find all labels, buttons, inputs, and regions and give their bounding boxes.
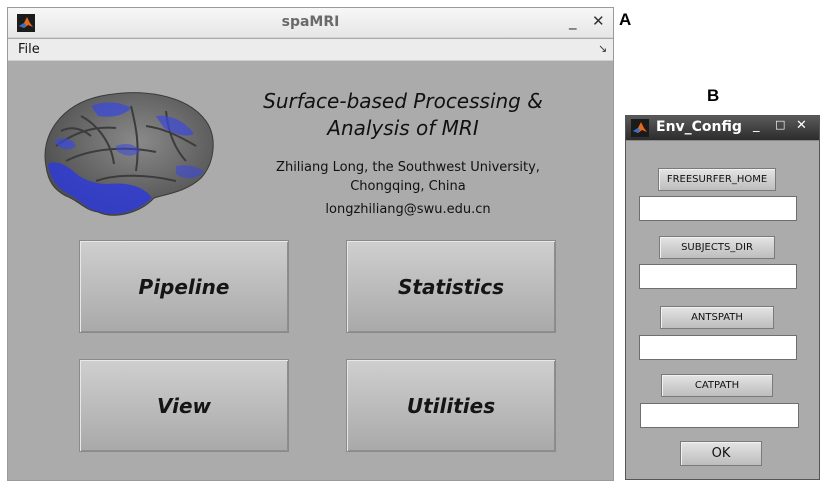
env-title-bar[interactable]: Env_Config _ □ ✕	[626, 116, 819, 140]
subjects-dir-button[interactable]: SUBJECTS_DIR	[659, 236, 775, 259]
utilities-button[interactable]: Utilities	[346, 359, 556, 452]
maximize-icon[interactable]: □	[775, 118, 785, 131]
panel-label-a: A	[619, 10, 632, 29]
main-content-area: Surface-based Processing & Analysis of M…	[8, 62, 613, 480]
subjects-dir-field[interactable]	[639, 264, 797, 289]
brain-surface-image	[44, 92, 214, 216]
antspath-button[interactable]: ANTSPATH	[660, 306, 774, 329]
freesurfer-home-button[interactable]: FREESURFER_HOME	[658, 168, 776, 191]
env-config-body: FREESURFER_HOME SUBJECTS_DIR ANTSPATH CA…	[626, 140, 819, 479]
main-title-bar[interactable]: spaMRI _ ✕	[8, 8, 613, 38]
close-icon[interactable]: ✕	[592, 12, 605, 30]
matlab-logo-icon	[631, 119, 649, 137]
ok-button[interactable]: OK	[680, 441, 762, 466]
menu-bar: File ↘	[8, 39, 613, 61]
pipeline-button[interactable]: Pipeline	[79, 240, 289, 333]
env-config-window: Env_Config _ □ ✕ FREESURFER_HOME SUBJECT…	[625, 115, 820, 480]
app-title-line-1: Surface-based Processing &	[263, 89, 543, 113]
author-email: longzhiliang@swu.edu.cn	[325, 202, 491, 217]
minimize-icon[interactable]: _	[753, 118, 760, 133]
spamri-main-window: spaMRI _ ✕ File ↘ Surface-based Processi…	[7, 7, 614, 481]
app-title-line-2: Analysis of MRI	[327, 116, 479, 140]
statistics-button[interactable]: Statistics	[346, 240, 556, 333]
catpath-button[interactable]: CATPATH	[661, 374, 773, 397]
panel-label-b: B	[707, 86, 720, 105]
close-icon[interactable]: ✕	[796, 118, 807, 133]
freesurfer-home-field[interactable]	[639, 196, 797, 221]
author-line-1: Zhiliang Long, the Southwest University,	[276, 160, 540, 175]
dock-arrow-icon[interactable]: ↘	[598, 42, 607, 55]
main-window-title: spaMRI	[281, 14, 340, 30]
minimize-icon[interactable]: _	[569, 12, 577, 30]
view-button[interactable]: View	[79, 359, 289, 452]
author-info: Zhiliang Long, the Southwest University,…	[248, 158, 568, 196]
app-title: Surface-based Processing & Analysis of M…	[238, 88, 568, 142]
catpath-field[interactable]	[640, 403, 799, 428]
menu-file[interactable]: File	[18, 42, 40, 57]
author-line-2: Chongqing, China	[350, 179, 466, 194]
antspath-field[interactable]	[639, 335, 797, 360]
env-window-title: Env_Config	[656, 119, 742, 135]
